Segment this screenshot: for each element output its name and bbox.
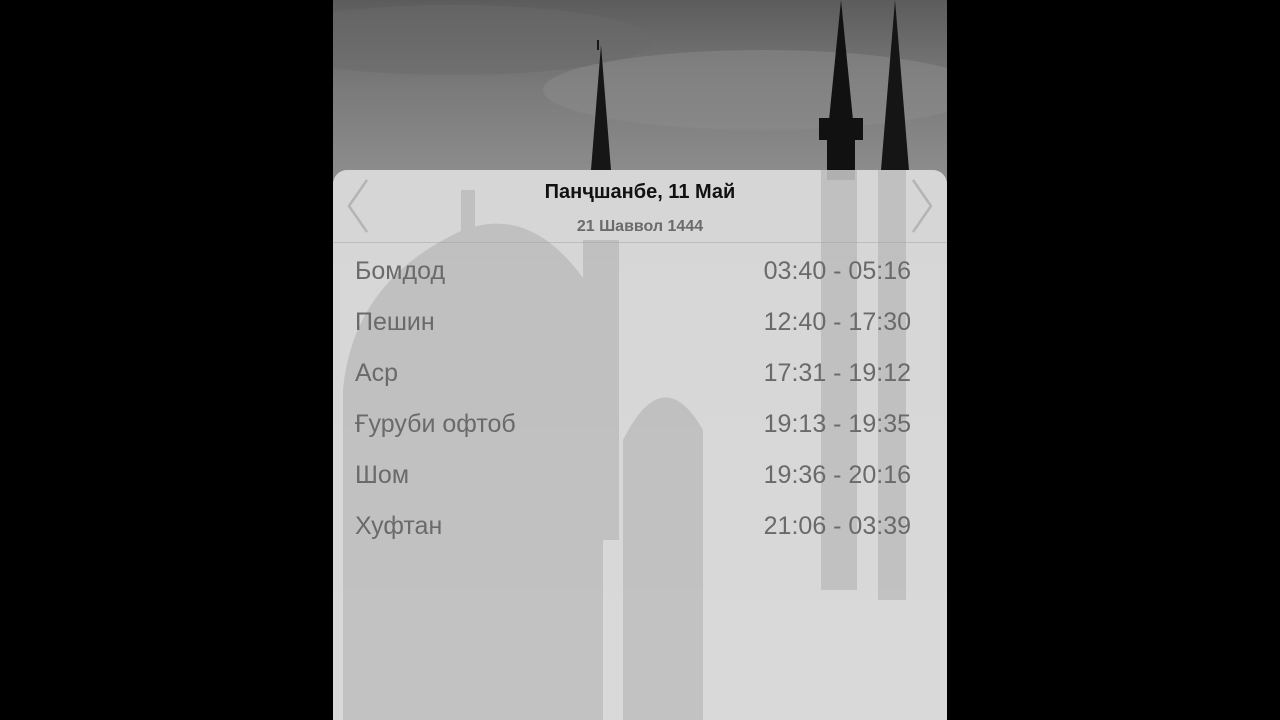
prayer-row-asr: Аср 17:31 - 19:12 <box>333 349 947 400</box>
prayer-row-peshin: Пешин 12:40 - 17:30 <box>333 298 947 349</box>
prayer-time: 17:31 - 19:12 <box>763 359 911 387</box>
prayer-name: Пешин <box>355 308 435 336</box>
gregorian-date: Панҷшанбе, 11 Май <box>544 181 736 203</box>
date-header: Панҷшанбе, 11 Май 21 Шаввол 1444 <box>333 170 947 243</box>
next-day-button[interactable] <box>905 176 939 236</box>
prayer-row-shom: Шом 19:36 - 20:16 <box>333 451 947 502</box>
hijri-date: 21 Шаввол 1444 <box>576 218 704 235</box>
prayer-name: Хуфтан <box>355 512 443 540</box>
prayer-row-sunset: Ғуруби офтоб 19:13 - 19:35 <box>333 400 947 451</box>
prayer-time: 19:13 - 19:35 <box>763 410 911 438</box>
prayer-row-bomdod: Бомдод 03:40 - 05:16 <box>333 247 947 298</box>
prayer-times-list: Бомдод 03:40 - 05:16 Пешин 12:40 - 17:30… <box>333 247 947 553</box>
prayer-time: 12:40 - 17:30 <box>763 308 911 336</box>
app-screen: Панҷшанбе, 11 Май 21 Шаввол 1444 Бомдод … <box>333 0 947 720</box>
prayer-times-card: Панҷшанбе, 11 Май 21 Шаввол 1444 Бомдод … <box>333 170 947 720</box>
prayer-time: 03:40 - 05:16 <box>763 257 911 285</box>
chevron-right-icon <box>911 179 933 233</box>
prayer-name: Ғуруби офтоб <box>355 410 516 438</box>
prayer-name: Шом <box>355 461 410 489</box>
prayer-name: Аср <box>355 359 399 387</box>
prayer-name: Бомдод <box>355 257 446 285</box>
prayer-time: 21:06 - 03:39 <box>763 512 911 540</box>
prayer-row-khuftan: Хуфтан 21:06 - 03:39 <box>333 502 947 553</box>
prayer-time: 19:36 - 20:16 <box>763 461 911 489</box>
